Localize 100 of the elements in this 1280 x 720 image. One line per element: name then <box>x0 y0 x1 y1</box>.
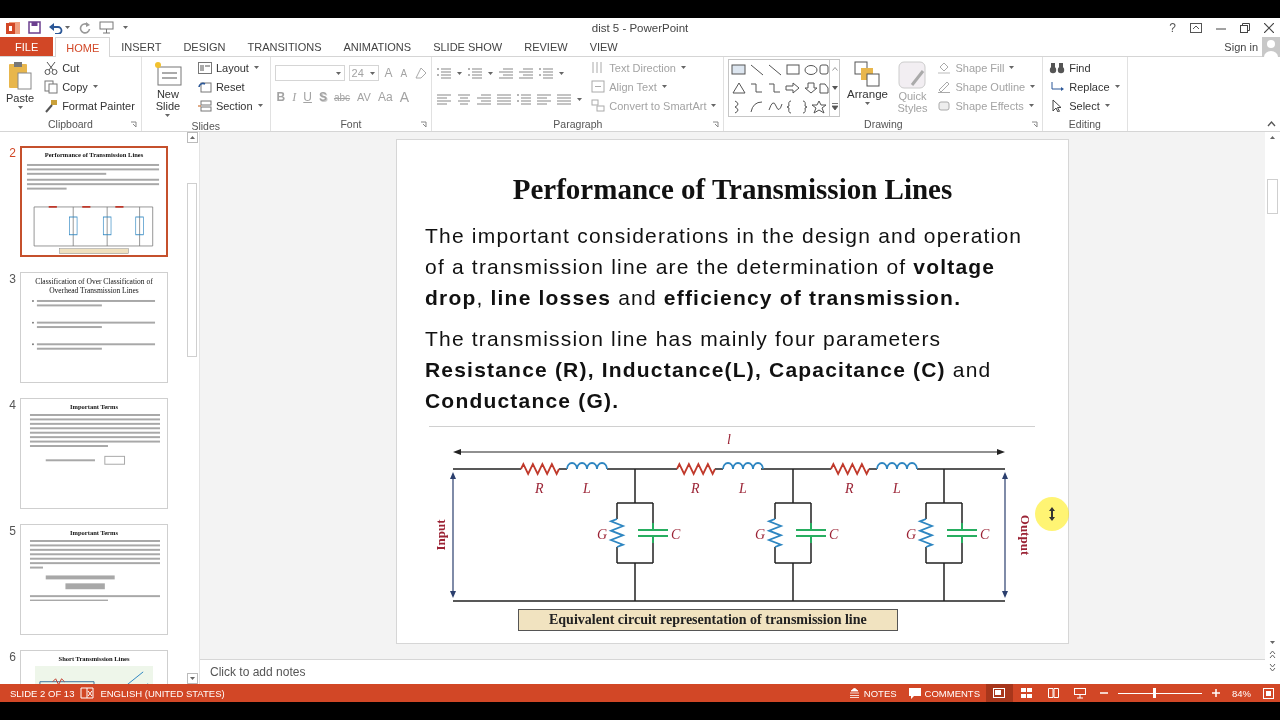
reset-icon <box>197 80 212 93</box>
help-button[interactable]: ? <box>1169 20 1176 35</box>
paste-button[interactable]: Paste <box>4 59 37 117</box>
dialog-launcher-icon <box>712 121 720 128</box>
caret-icon <box>256 103 264 108</box>
line-spacing-icon <box>538 66 555 80</box>
caret-icon <box>164 113 172 118</box>
collapse-ribbon-icon <box>1267 121 1276 127</box>
redo-icon <box>79 21 91 34</box>
caret-icon <box>558 70 566 76</box>
undo-icon <box>49 21 63 34</box>
close-icon <box>1264 22 1274 33</box>
inductance-label: L <box>893 481 901 496</box>
align-left-icon <box>436 92 453 106</box>
caret-icon <box>1113 84 1121 89</box>
slide-number: 5 <box>8 524 16 540</box>
smartart-icon <box>591 99 606 112</box>
section-button[interactable]: Section <box>195 97 266 114</box>
ribbon-tab[interactable]: SLIDE SHOW <box>422 37 514 56</box>
dialog-launcher-icon <box>129 121 137 128</box>
caret-icon <box>710 103 718 108</box>
columns-icon <box>556 92 573 106</box>
caret-icon <box>1027 103 1035 108</box>
caret-icon <box>660 84 668 89</box>
group-label: Editing <box>1068 118 1101 130</box>
select-button[interactable]: Select <box>1047 97 1123 114</box>
copy-icon <box>44 79 59 94</box>
plus-icon <box>1212 689 1220 697</box>
save-icon <box>28 21 41 34</box>
replace-icon <box>1049 80 1066 93</box>
slide-number: 3 <box>8 272 16 288</box>
justify-icon <box>496 92 513 106</box>
quick-styles-icon <box>898 61 927 89</box>
scrollbar-thumb[interactable] <box>1267 179 1278 214</box>
conductance-label: G <box>906 527 917 542</box>
sign-in-link[interactable]: Sign in <box>1224 40 1258 53</box>
move-cursor-icon <box>1046 507 1058 521</box>
layout-button[interactable]: Layout <box>195 59 266 76</box>
fit-window-icon <box>1263 687 1274 699</box>
copy-button[interactable]: Copy <box>42 78 137 95</box>
group-label: Font <box>340 118 362 130</box>
caret-icon <box>679 65 687 70</box>
reset-button[interactable]: Reset <box>195 78 266 95</box>
caret-icon <box>334 70 342 76</box>
caret-icon <box>16 105 24 110</box>
group-label: Drawing <box>864 118 903 130</box>
arrange-icon <box>854 61 881 87</box>
notes-placeholder[interactable]: Click to add notes <box>210 665 306 679</box>
ribbon-tab[interactable]: DESIGN <box>172 37 237 56</box>
paintbrush-icon <box>44 98 59 113</box>
caret-icon <box>576 96 584 102</box>
language-button[interactable]: ENGLISH (UNITED STATES) <box>94 684 231 702</box>
slide-title: Performance of Transmission Lines <box>511 173 954 206</box>
replace-button[interactable]: Replace <box>1047 78 1123 95</box>
notes-button[interactable]: NOTES <box>842 684 903 702</box>
scrollbar-thumb[interactable] <box>187 183 197 357</box>
ribbon-display-icon <box>1190 22 1202 33</box>
slide-number: 4 <box>8 398 16 414</box>
file-tab[interactable]: FILE <box>0 37 54 56</box>
clipboard-icon <box>7 61 34 91</box>
redo-button[interactable] <box>79 21 91 34</box>
shape-effects-icon <box>937 99 952 112</box>
inductance-label: L <box>739 481 747 496</box>
ribbon-tab[interactable]: ANIMATIONS <box>332 37 423 56</box>
ribbon-tab[interactable]: INSERT <box>110 37 173 56</box>
bullets-icon <box>436 66 453 80</box>
minus-icon <box>1100 689 1108 697</box>
slide-paragraph: The transmission line has mainly four parameters Resistance (R), Inductance(L), Capacitance (C) and Conductance (G). <box>425 326 993 414</box>
resistance-label: R <box>845 481 854 496</box>
undo-button[interactable] <box>49 21 71 34</box>
scroll-down-icon <box>832 86 838 90</box>
ribbon-tab[interactable]: HOME <box>55 37 111 57</box>
ribbon-tab[interactable]: VIEW <box>578 37 629 56</box>
cut-button[interactable]: Cut <box>42 59 137 76</box>
new-slide-button[interactable]: New Slide <box>145 59 190 120</box>
format-painter-button[interactable]: Format Painter <box>42 97 137 114</box>
right-to-left-icon <box>536 92 553 106</box>
caret-icon <box>64 25 71 30</box>
caret-icon <box>1008 65 1016 70</box>
scroll-up-icon <box>832 67 838 72</box>
slide-canvas[interactable] <box>396 139 1069 644</box>
dialog-launcher-icon <box>1031 121 1039 128</box>
comments-button[interactable]: COMMENTS <box>902 684 986 702</box>
ribbon-tab[interactable]: TRANSITIONS <box>236 37 333 56</box>
ribbon-tab[interactable]: REVIEW <box>513 37 579 56</box>
align-center-icon <box>456 92 473 106</box>
normal-view-icon <box>993 688 1006 698</box>
layout-icon <box>197 61 212 74</box>
left-to-right-icon <box>516 92 533 106</box>
caret-icon <box>368 70 376 76</box>
reading-view-icon <box>1048 688 1059 698</box>
caret-icon <box>864 101 871 106</box>
present-button[interactable] <box>99 21 114 34</box>
circuit-caption: Equivalent circuit representation of transmission line <box>518 609 898 631</box>
zoom-slider-thumb[interactable] <box>1153 687 1157 698</box>
find-button[interactable]: Find <box>1047 59 1123 76</box>
spelling-icon <box>80 687 95 699</box>
view-button[interactable] <box>986 684 1013 702</box>
save-button[interactable] <box>28 21 41 34</box>
zoom-level: 84% <box>1231 686 1252 701</box>
